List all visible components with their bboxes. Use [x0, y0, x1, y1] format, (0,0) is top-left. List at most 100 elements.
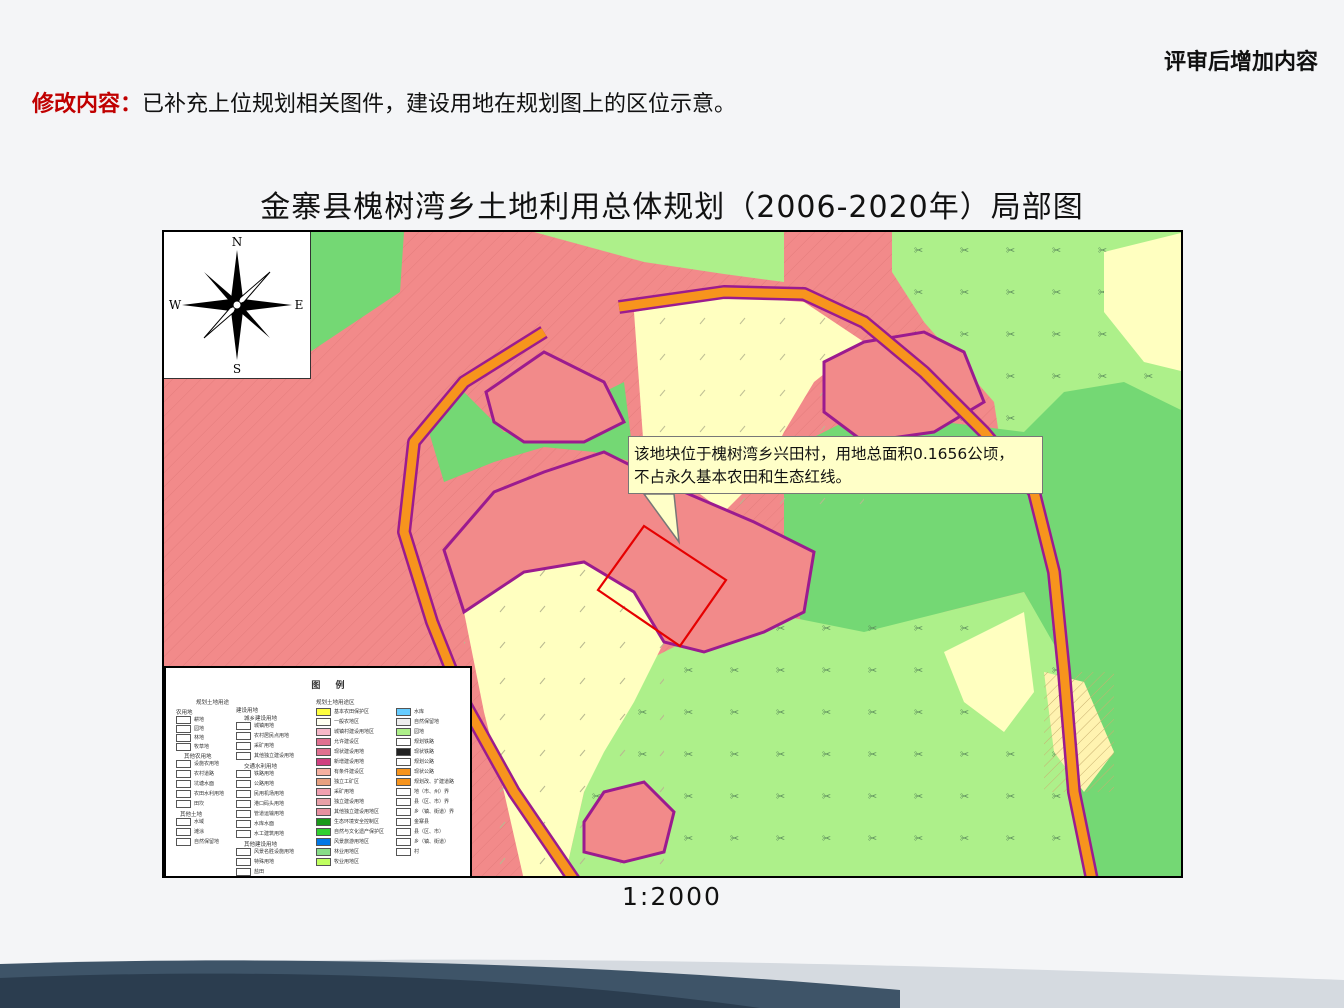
legend-swatch [316, 788, 331, 796]
legend-label: 金寨县 [414, 819, 430, 825]
legend-item: 水库水面 [236, 820, 274, 828]
legend-swatch [316, 758, 331, 766]
legend-item: 特殊用地 [236, 858, 274, 866]
legend-label: 有条件建设区 [334, 769, 365, 775]
legend-label: 园地 [194, 726, 205, 732]
legend-heading: 建设用地 [236, 708, 259, 714]
legend-label: 新增建设用地 [334, 759, 365, 765]
legend-item: 一般农地区 [316, 718, 359, 726]
legend-item: 坑塘水面 [176, 780, 214, 788]
legend-item: 民用机场用地 [236, 790, 284, 798]
legend-item: 城镇村建设用地区 [316, 728, 374, 736]
legend-item: 金寨县 [396, 818, 429, 826]
legend-swatch [396, 778, 411, 786]
legend-swatch [236, 858, 251, 866]
legend-swatch [236, 810, 251, 818]
callout-line-2: 不占永久基本农田和生态红线。 [634, 468, 852, 486]
legend-label: 坑塘水面 [194, 781, 215, 787]
legend-label: 现状铁路 [414, 749, 435, 755]
legend-item: 牧草地 [176, 743, 209, 751]
legend-label: 其他独立建设用地 [254, 753, 295, 759]
legend-swatch [396, 818, 411, 826]
legend-label: 城镇村建设用地区 [334, 729, 375, 735]
legend-item: 管道运输用地 [236, 810, 284, 818]
legend-swatch [396, 838, 411, 846]
legend-item: 耕地 [176, 716, 204, 724]
callout-line-1: 该地块位于槐树湾乡兴田村，用地总面积0.1656公顷， [634, 445, 1014, 463]
legend-swatch [236, 770, 251, 778]
legend-swatch [316, 738, 331, 746]
legend-item: 设施农用地 [176, 760, 219, 768]
legend-swatch [236, 780, 251, 788]
legend-label: 滩涂 [194, 829, 205, 835]
legend-item: 林业用地区 [316, 848, 359, 856]
legend-swatch [176, 818, 191, 826]
legend-swatch [176, 790, 191, 798]
legend-title: 图 例 [311, 681, 351, 691]
legend-label: 水域 [194, 819, 205, 825]
legend-swatch [176, 780, 191, 788]
legend-swatch [396, 738, 411, 746]
legend-item: 水域 [176, 818, 204, 826]
legend-label: 村 [414, 849, 420, 855]
legend-label: 独立建设用地 [334, 799, 365, 805]
legend-item: 林地 [176, 734, 204, 742]
legend-item: 独立建设用地 [316, 798, 364, 806]
legend-swatch [316, 768, 331, 776]
legend-item: 园地 [396, 728, 424, 736]
legend-label: 民用机场用地 [254, 791, 285, 797]
legend-item: 村 [396, 848, 419, 856]
legend-swatch [316, 728, 331, 736]
legend-swatch [176, 760, 191, 768]
legend-label: 县（区、市） [414, 829, 445, 835]
legend-label: 独立工矿区 [334, 779, 360, 785]
footer-decoration [0, 959, 1344, 1008]
legend-label: 耕地 [194, 717, 205, 723]
legend-swatch [316, 748, 331, 756]
revision-note-text: 已补充上位规划相关图件，建设用地在规划图上的区位示意。 [142, 92, 737, 117]
legend-item: 农村居民点用地 [236, 732, 289, 740]
legend-swatch [396, 828, 411, 836]
compass-n-label: N [232, 235, 243, 249]
legend-swatch [176, 838, 191, 846]
legend-label: 盐田 [254, 869, 265, 875]
legend-heading: 规划土地用途 [196, 700, 230, 706]
legend-swatch [176, 725, 191, 733]
legend-item: 独立工矿区 [316, 778, 359, 786]
legend-swatch [316, 858, 331, 866]
legend-heading: 其他农用地 [184, 754, 212, 760]
legend-swatch [236, 732, 251, 740]
legend-item: 风景名胜设施用地 [236, 848, 294, 856]
legend-label: 田坎 [194, 801, 205, 807]
legend-heading: 农用地 [176, 710, 193, 716]
legend-swatch [176, 770, 191, 778]
legend-item: 县（区、市） [396, 828, 444, 836]
legend-item: 园地 [176, 725, 204, 733]
legend-item: 城镇用地 [236, 722, 274, 730]
legend-item: 铁路用地 [236, 770, 274, 778]
legend-item: 农田水利用地 [176, 790, 224, 798]
legend-swatch [176, 734, 191, 742]
legend-label: 采矿用地 [334, 789, 355, 795]
legend-label: 规划公路 [414, 759, 435, 765]
legend-swatch [396, 758, 411, 766]
legend-swatch [236, 742, 251, 750]
legend-swatch [236, 848, 251, 856]
revision-note: 修改内容：已补充上位规划相关图件，建设用地在规划图上的区位示意。 [32, 86, 736, 118]
legend-label: 水工建筑用地 [254, 831, 285, 837]
legend-swatch [316, 818, 331, 826]
legend-label: 管道运输用地 [254, 811, 285, 817]
legend-label: 农村道路 [194, 771, 215, 777]
legend-swatch [316, 798, 331, 806]
legend-swatch [236, 752, 251, 760]
legend-item: 乡（镇、街道） [396, 838, 449, 846]
legend-swatch [396, 848, 411, 856]
legend-label: 一般农地区 [334, 719, 360, 725]
legend-label: 公路用地 [254, 781, 275, 787]
legend-heading: 其他建设用地 [244, 842, 278, 848]
legend-item: 水工建筑用地 [236, 830, 284, 838]
legend-swatch [236, 800, 251, 808]
legend-label: 农田水利用地 [194, 791, 225, 797]
legend-label: 自然与文化遗产保护区 [334, 829, 385, 835]
legend-item: 现状铁路 [396, 748, 434, 756]
